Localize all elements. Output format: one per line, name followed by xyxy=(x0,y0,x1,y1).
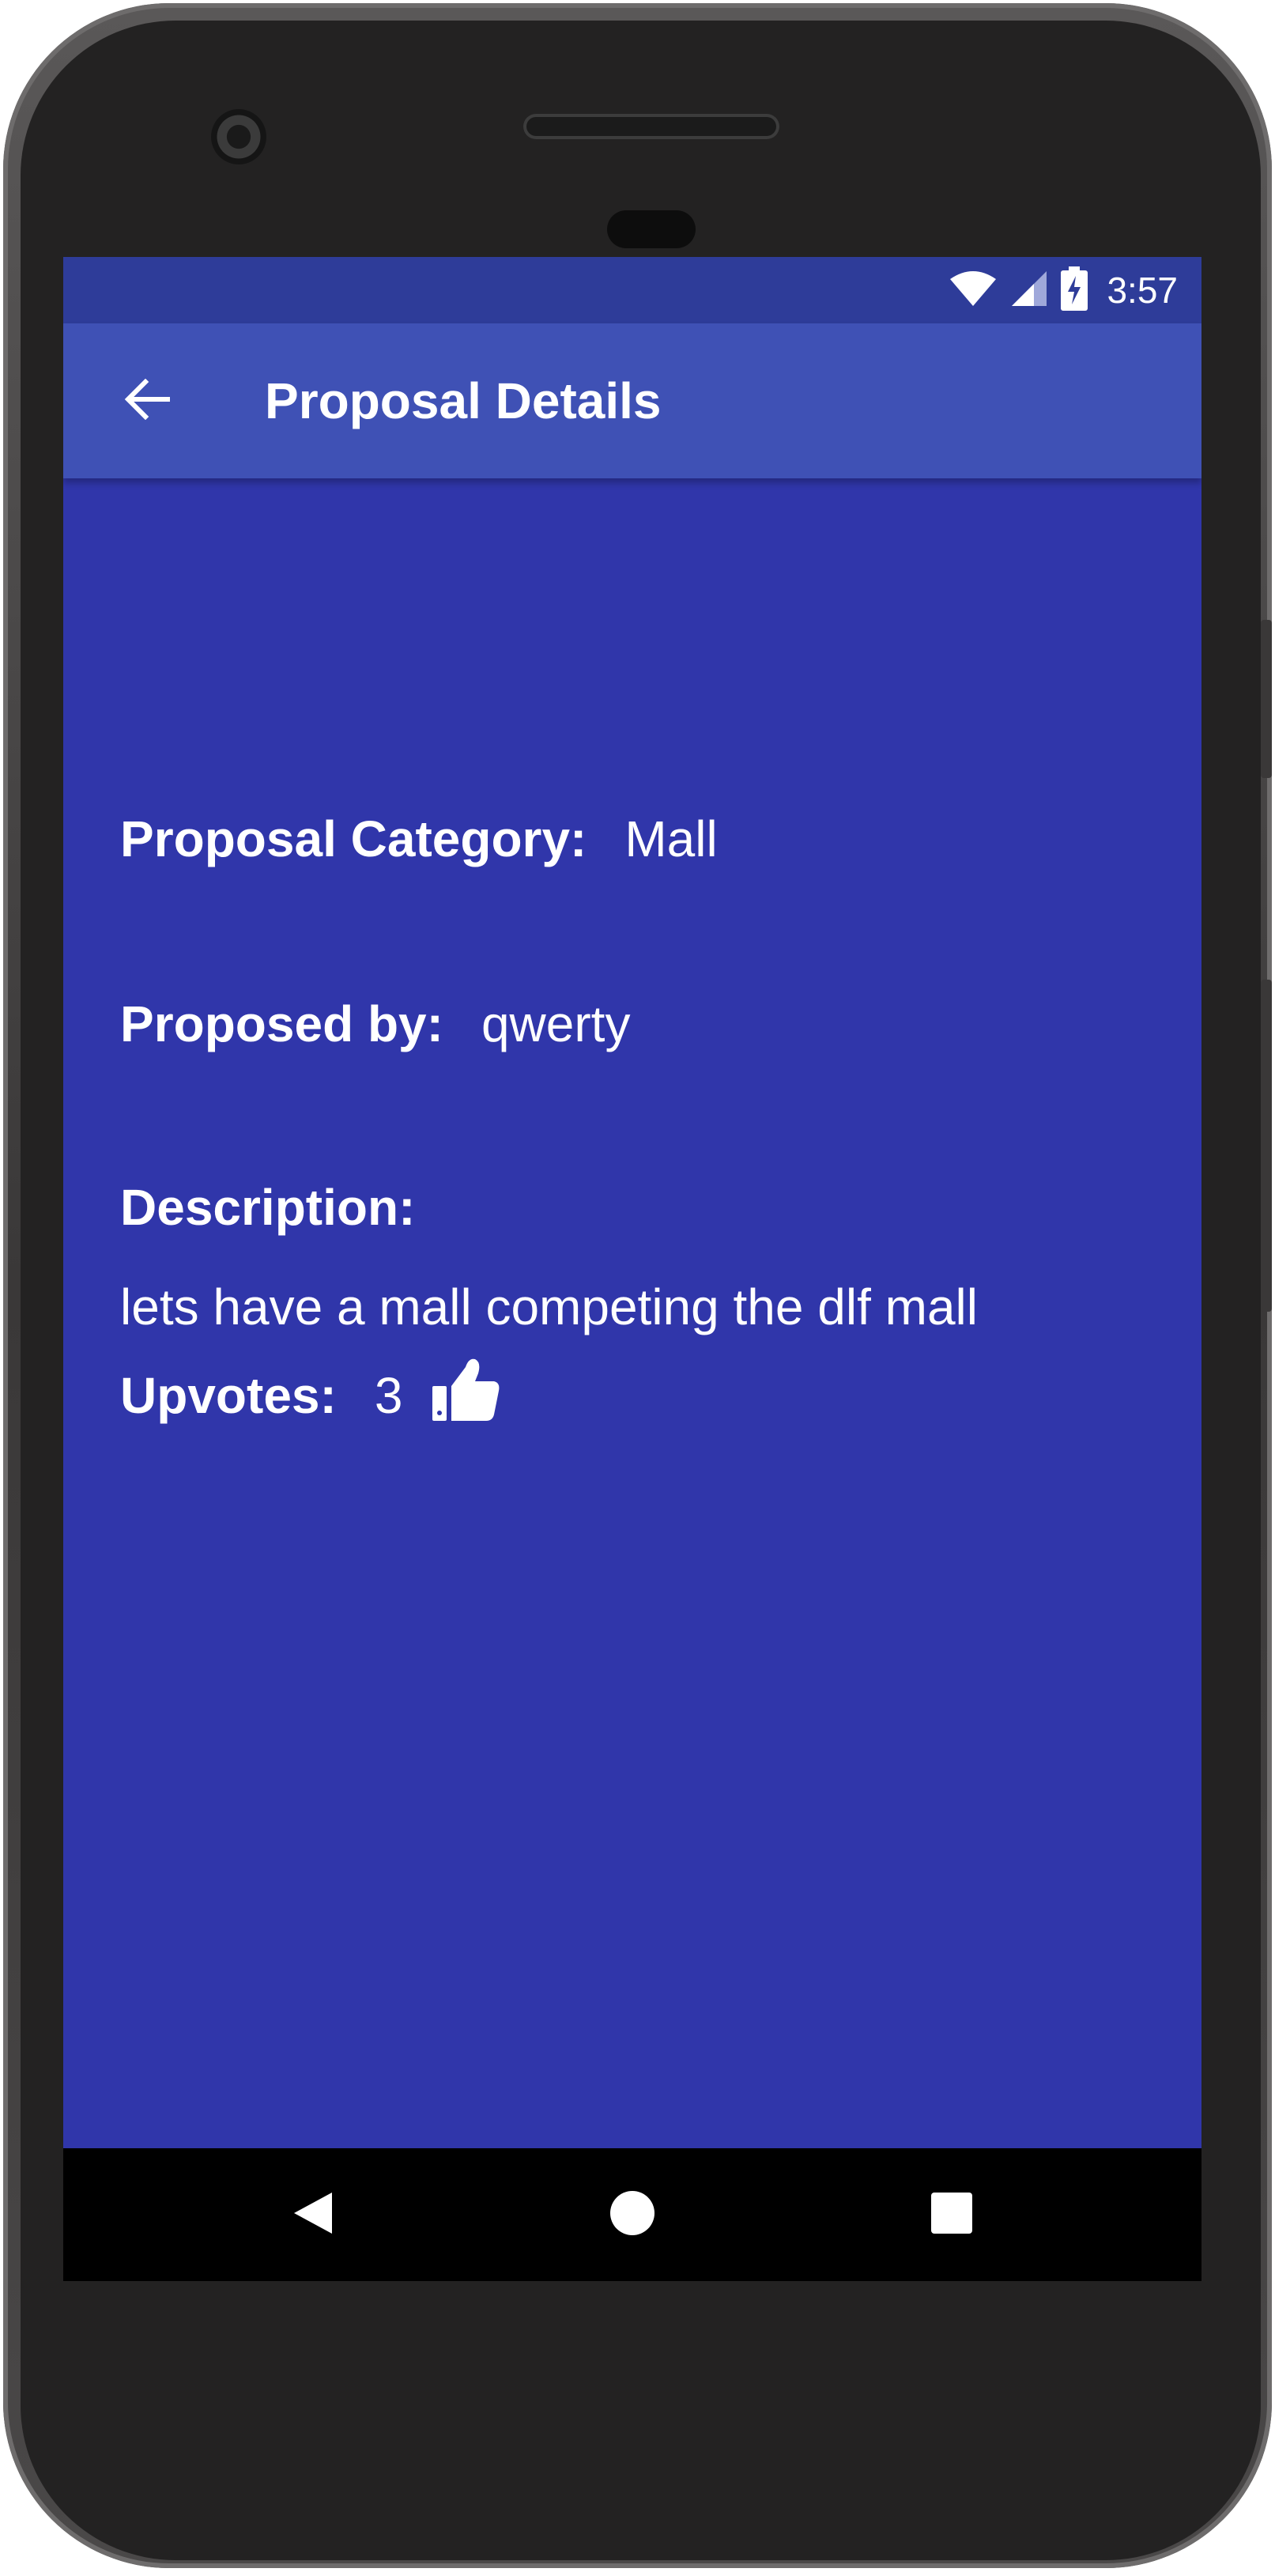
arrow-back-icon xyxy=(123,378,171,424)
front-camera xyxy=(211,109,266,164)
nav-recents-button[interactable] xyxy=(912,2175,991,2254)
status-icons: 3:57 xyxy=(949,266,1178,314)
nav-back-button[interactable] xyxy=(273,2175,353,2254)
app-screen: 3:57 Proposal Details Proposal Category:… xyxy=(63,257,1201,2281)
cell-signal-icon xyxy=(1010,270,1048,312)
description-label: Description: xyxy=(120,1179,416,1236)
category-row: Proposal Category: Mall xyxy=(120,809,718,869)
app-bar: Proposal Details xyxy=(63,323,1201,478)
nav-home-icon xyxy=(609,2189,656,2241)
proximity-sensor xyxy=(607,210,696,248)
description-label-row: Description: xyxy=(120,1177,415,1237)
power-button xyxy=(1261,620,1272,778)
page-title: Proposal Details xyxy=(265,372,662,429)
proposer-label: Proposed by: xyxy=(120,995,443,1052)
back-button[interactable] xyxy=(108,361,187,440)
description-text-row: lets have a mall competing the dlf mall xyxy=(120,1277,978,1337)
proposer-row: Proposed by: qwerty xyxy=(120,994,630,1054)
status-bar: 3:57 xyxy=(63,257,1201,323)
volume-button xyxy=(1261,980,1272,1312)
description-value: lets have a mall competing the dlf mall xyxy=(120,1279,978,1335)
nav-back-icon xyxy=(291,2189,335,2241)
upvotes-label: Upvotes: xyxy=(120,1367,337,1424)
battery-charging-icon xyxy=(1061,266,1088,315)
upvotes-row: Upvotes: 3 xyxy=(120,1356,502,1435)
status-time: 3:57 xyxy=(1107,270,1178,311)
proposer-value: qwerty xyxy=(481,995,631,1052)
category-label: Proposal Category: xyxy=(120,810,587,867)
system-nav-bar xyxy=(63,2148,1201,2281)
device-canvas: 3:57 Proposal Details Proposal Category:… xyxy=(0,0,1275,2576)
nav-recents-icon xyxy=(930,2191,974,2239)
upvotes-count: 3 xyxy=(374,1367,403,1424)
category-value: Mall xyxy=(624,810,718,867)
earpiece-speaker xyxy=(523,114,779,139)
thumbs-up-icon xyxy=(431,1356,500,1435)
wifi-icon xyxy=(949,270,998,312)
nav-home-button[interactable] xyxy=(593,2175,672,2254)
upvote-button[interactable] xyxy=(429,1356,502,1435)
